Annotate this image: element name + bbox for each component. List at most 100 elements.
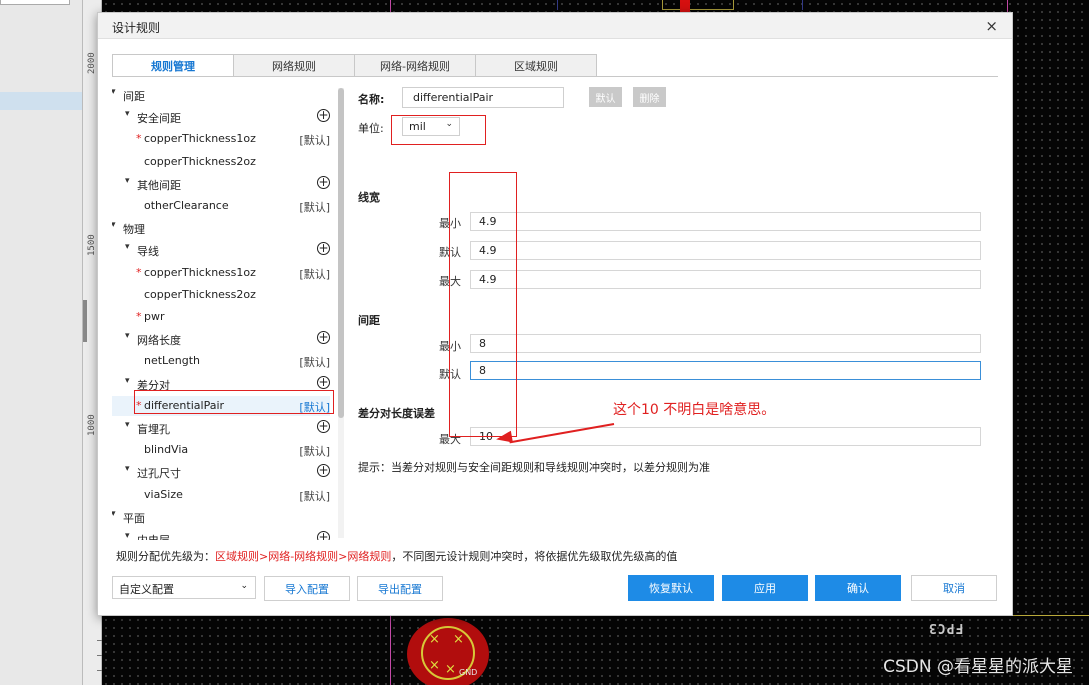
spacing-min-input[interactable]: 8 [470, 334, 981, 353]
name-input[interactable]: differentialPair [402, 87, 564, 108]
default-button[interactable]: 默认 [589, 87, 622, 107]
add-icon[interactable]: + [317, 420, 330, 433]
width-default-input[interactable]: 4.9 [470, 241, 981, 260]
add-icon[interactable]: + [317, 175, 330, 189]
hint-text: 提示：当差分对规则与安全间距规则和导线规则冲突时，以差分规则为准 [358, 461, 710, 474]
add-icon[interactable]: + [317, 109, 330, 123]
unit-label: 单位: [358, 122, 384, 135]
width-min-input[interactable]: 4.9 [470, 212, 981, 231]
unit-highlight-box [391, 115, 486, 145]
caret-down-icon[interactable]: ▾ [112, 509, 116, 519]
tree-item[interactable]: copperThickness2oz [112, 285, 330, 305]
annotation-text: 这个10 不明白是啥意思。 [613, 402, 776, 418]
section-title-length-error: 差分对长度误差 [358, 407, 435, 420]
chevron-down-icon: ⌄ [240, 581, 248, 591]
caret-down-icon[interactable]: ▾ [125, 331, 130, 341]
tree-item-label: pwr [144, 310, 165, 323]
restore-default-button[interactable]: 恢复默认 [628, 575, 714, 601]
ruler-tick-1000: 1000 [87, 414, 97, 436]
left-panel-selected-row[interactable] [0, 92, 82, 110]
tree-item[interactable]: ▾ 网络长度 + [112, 329, 330, 349]
tree-item[interactable]: ▾ 盲埋孔 + [112, 418, 330, 438]
caret-down-icon[interactable]: ▾ [125, 109, 130, 119]
caret-down-icon[interactable]: ▾ [125, 242, 130, 252]
tree-item-label: 间距 [123, 90, 145, 103]
gnd-pad[interactable]: × × × × GND [407, 618, 489, 685]
caret-down-icon[interactable]: ▾ [125, 531, 130, 540]
fpc-label: FPC3 [928, 620, 964, 635]
tree-scrollbar[interactable] [338, 88, 344, 538]
pcb-trace [390, 0, 391, 12]
left-panel-top-box [0, 0, 70, 5]
rule-tree: ▾ 间距 ▾ 安全间距 + * copperThickness1oz [默认] copperTh… [112, 85, 344, 540]
tab-net-net-rules[interactable]: 网络-网络规则 [355, 54, 476, 77]
apply-button[interactable]: 应用 [722, 575, 808, 601]
tree-item[interactable]: ▾ 安全间距 + [112, 107, 330, 127]
tree-item[interactable]: * pwr [112, 307, 330, 327]
tree-scrollbar-thumb[interactable] [338, 88, 344, 418]
tree-item-label: 安全间距 [137, 112, 181, 126]
tree-item-label: netLength [144, 354, 200, 368]
tree-item[interactable]: otherClearance [默认] [112, 196, 330, 216]
pad-cross-icon: × [445, 662, 456, 677]
tree-item[interactable]: ▾ 内电层 + [112, 529, 330, 540]
pcb-silkscreen [662, 0, 734, 10]
import-config-button[interactable]: 导入配置 [264, 576, 350, 601]
tree-item[interactable]: ▾ 物理 [112, 218, 330, 238]
add-icon[interactable]: + [317, 464, 330, 478]
caret-down-icon[interactable]: ▾ [112, 87, 116, 97]
tree-item[interactable]: ▾ 过孔尺寸 + [112, 462, 330, 482]
default-tag: [默认] [299, 267, 330, 281]
tree-item-label: copperThickness1oz [144, 265, 256, 279]
tab-region-rules[interactable]: 区域规则 [476, 54, 597, 77]
cancel-button[interactable]: 取消 [911, 575, 997, 601]
priority-prefix: 规则分配优先级为： [116, 550, 215, 563]
tree-item[interactable]: netLength [默认] [112, 351, 330, 371]
close-icon[interactable]: × [985, 17, 998, 35]
caret-down-icon[interactable]: ▾ [125, 464, 130, 474]
export-config-button[interactable]: 导出配置 [357, 576, 443, 601]
tree-item[interactable]: ▾ 其他间距 + [112, 174, 330, 194]
config-value: 自定义配置 [119, 583, 174, 596]
dialog-titlebar[interactable]: 设计规则 × [98, 13, 1012, 39]
tree-item[interactable]: ▾ 导线 + [112, 240, 330, 260]
caret-down-icon[interactable]: ▾ [125, 420, 130, 430]
add-icon[interactable]: + [317, 242, 330, 256]
tree-item-label: copperThickness1oz [144, 132, 256, 146]
default-tag: [默认] [299, 201, 330, 214]
default-tag: [默认] [299, 489, 330, 503]
tab-rule-management[interactable]: 规则管理 [112, 54, 234, 77]
caret-down-icon[interactable]: ▾ [125, 176, 130, 186]
tabs-divider [112, 76, 998, 77]
required-star-icon: * [136, 265, 142, 279]
caret-down-icon[interactable]: ▾ [112, 220, 116, 230]
delete-button[interactable]: 删除 [633, 87, 666, 107]
ruler-tick-2000: 2000 [87, 52, 97, 74]
tree-item[interactable]: * copperThickness1oz [默认] [112, 263, 330, 283]
tree-item[interactable]: * copperThickness1oz [默认] [112, 129, 330, 149]
ruler-marker [83, 300, 87, 342]
pad-cross-icon: × [429, 632, 440, 647]
priority-note: 规则分配优先级为：区域规则>网络-网络规则>网络规则，不同图元设计规则冲突时，将… [116, 548, 677, 564]
config-select[interactable]: 自定义配置 ⌄ [112, 576, 256, 599]
pad-cross-icon: × [453, 632, 464, 647]
tree-item[interactable]: blindVia [默认] [112, 440, 330, 460]
rule-tabs: 规则管理 网络规则 网络-网络规则 区域规则 [112, 54, 597, 77]
tree-item[interactable]: copperThickness2oz [112, 152, 330, 172]
tab-net-rules[interactable]: 网络规则 [234, 54, 355, 77]
ok-button[interactable]: 确认 [815, 575, 901, 601]
default-tag: [默认] [299, 445, 330, 459]
left-panel [0, 0, 82, 685]
pcb-trace [802, 0, 803, 10]
tree-item[interactable]: ▾ 间距 [112, 85, 330, 105]
add-icon[interactable]: + [317, 331, 330, 345]
tree-item[interactable]: ▾ 平面 [112, 507, 330, 527]
add-icon[interactable]: + [317, 375, 330, 389]
annotation-column-box [449, 172, 517, 437]
spacing-default-input[interactable]: 8 [470, 361, 981, 380]
tree-item[interactable]: viaSize [默认] [112, 485, 330, 505]
width-max-input[interactable]: 4.9 [470, 270, 981, 289]
tree-item-label: 盲埋孔 [137, 423, 170, 436]
caret-down-icon[interactable]: ▾ [125, 376, 130, 386]
add-icon[interactable]: + [317, 531, 330, 540]
